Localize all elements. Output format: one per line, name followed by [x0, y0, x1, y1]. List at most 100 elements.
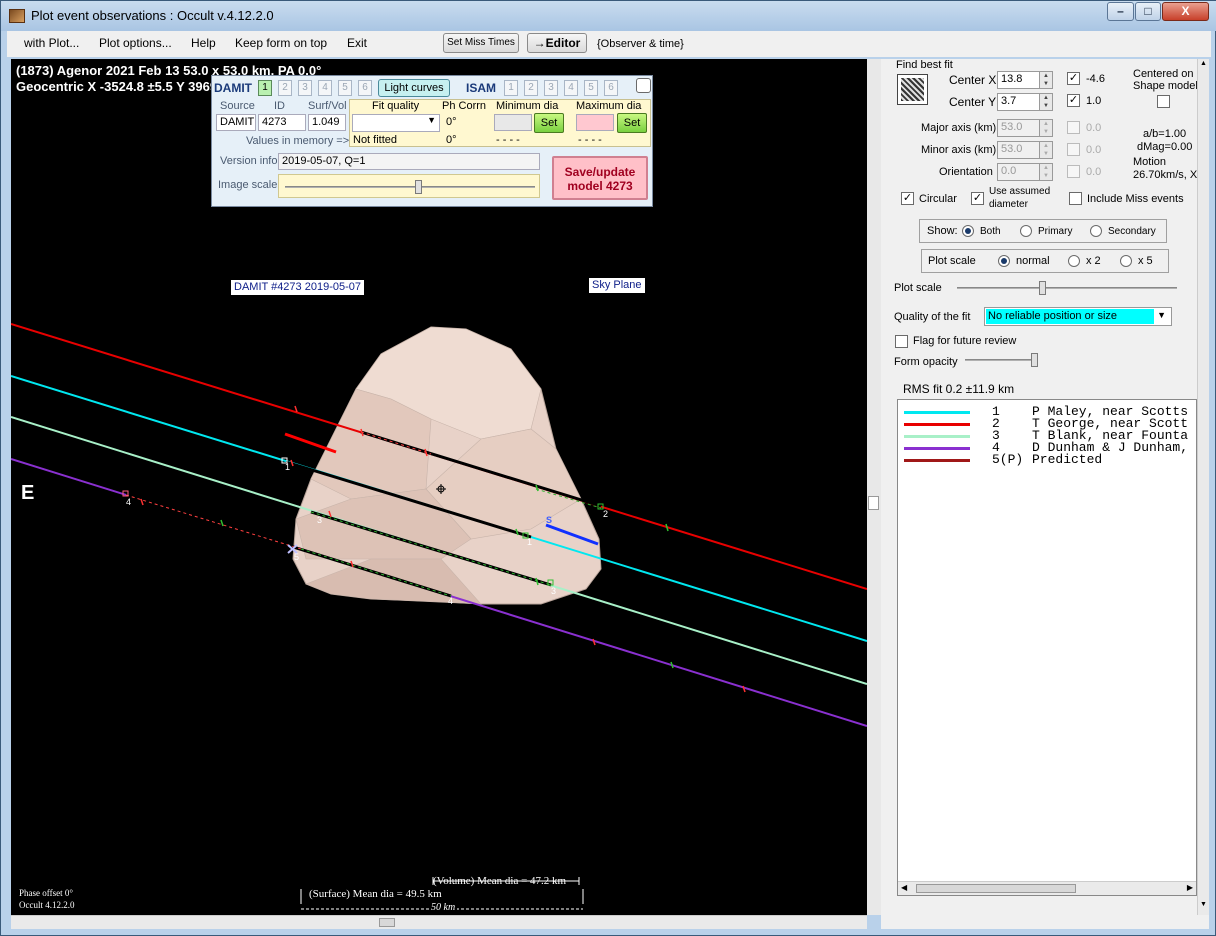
damit-tab-5[interactable]: 5	[338, 80, 352, 96]
save-update-button[interactable]: Save/update model 4273	[552, 156, 648, 200]
close-button[interactable]: X	[1162, 2, 1209, 21]
right-panel-vscrollbar[interactable]: ▲ ▼	[1197, 59, 1209, 915]
minor-axis-spinner[interactable]: ▲ ▼	[1039, 141, 1053, 159]
title-bar: Plot event observations : Occult v.4.12.…	[1, 1, 1216, 31]
set-max-dia-button[interactable]: Set	[617, 113, 647, 133]
plot-scale-x5-radio[interactable]	[1120, 255, 1132, 267]
damit-tab-4[interactable]: 4	[318, 80, 332, 96]
scroll-right-icon[interactable]: ▶	[1187, 883, 1193, 892]
window-title: Plot event observations : Occult v.4.12.…	[31, 8, 274, 23]
splitter-handle[interactable]	[868, 496, 879, 510]
damit-tab-3[interactable]: 3	[298, 80, 312, 96]
image-scale-thumb[interactable]	[415, 180, 422, 194]
orientation-checkbox[interactable]	[1067, 165, 1080, 178]
plot-scale-normal-radio[interactable]	[998, 255, 1010, 267]
damit-tab-2[interactable]: 2	[278, 80, 292, 96]
flag-review-checkbox[interactable]	[895, 335, 908, 348]
fit-quality-header: Fit quality	[372, 100, 420, 112]
damit-tab-6[interactable]: 6	[358, 80, 372, 96]
show-both-radio[interactable]	[962, 225, 974, 237]
center-x-input[interactable]: 13.8	[997, 71, 1041, 89]
isam-tab-4[interactable]: 4	[564, 80, 578, 96]
find-best-fit-button[interactable]	[897, 74, 928, 105]
menu-bar: with Plot... Plot options... Help Keep f…	[7, 31, 1211, 57]
find-best-fit-label: Find best fit	[896, 59, 953, 71]
center-y-checkbox[interactable]: ✓	[1067, 94, 1080, 107]
version-info-value: 2019-05-07, Q=1	[278, 153, 540, 170]
center-y-fit: 1.0	[1086, 95, 1102, 107]
observer-legend-list[interactable]: 1 P Maley, near Scotts 2 T George, near …	[897, 399, 1197, 896]
damit-panel-close-checkbox[interactable]	[636, 78, 651, 93]
menu-keep-on-top[interactable]: Keep form on top	[235, 36, 327, 50]
center-x-spinner[interactable]: ▲ ▼	[1039, 71, 1053, 89]
menu-help[interactable]: Help	[191, 36, 216, 50]
show-secondary-radio[interactable]	[1090, 225, 1102, 237]
hscroll-thumb[interactable]	[379, 918, 395, 927]
orientation-spinner[interactable]: ▲ ▼	[1039, 163, 1053, 181]
isam-tab-1[interactable]: 1	[504, 80, 518, 96]
surface-mean-dia: (Surface) Mean dia = 49.5 km	[309, 888, 442, 900]
plot-scale-slider[interactable]	[953, 279, 1181, 297]
minor-axis-checkbox[interactable]	[1067, 143, 1080, 156]
minor-axis-label: Minor axis (km)	[921, 144, 997, 156]
major-axis-input[interactable]: 53.0	[997, 119, 1041, 137]
minimize-button[interactable]: –	[1107, 2, 1134, 21]
orientation-input[interactable]: 0.0	[997, 163, 1041, 181]
circular-checkbox[interactable]: ✓	[901, 192, 914, 205]
phase-offset: Phase offset 0°	[19, 888, 73, 898]
image-scale-slider[interactable]	[278, 174, 540, 198]
scroll-left-icon[interactable]: ◀	[901, 883, 907, 892]
include-miss-checkbox[interactable]	[1069, 192, 1082, 205]
light-curves-button[interactable]: Light curves	[378, 79, 450, 97]
form-opacity-slider[interactable]	[963, 351, 1043, 369]
plot-scale-x2-radio[interactable]	[1068, 255, 1080, 267]
maximize-button[interactable]: □	[1135, 2, 1161, 21]
set-min-dia-button[interactable]: Set	[534, 113, 564, 133]
center-x-checkbox[interactable]: ✓	[1067, 72, 1080, 85]
major-axis-checkbox[interactable]	[1067, 121, 1080, 134]
circular-label: Circular	[919, 193, 957, 205]
center-y-spinner[interactable]: ▲ ▼	[1039, 93, 1053, 111]
quality-of-fit-select[interactable]: No reliable position or size ▼	[984, 307, 1172, 326]
damit-tab-1[interactable]: 1	[258, 80, 272, 96]
show-primary-radio[interactable]	[1020, 225, 1032, 237]
isam-tab-6[interactable]: 6	[604, 80, 618, 96]
major-axis-spinner[interactable]: ▲ ▼	[1039, 119, 1053, 137]
centered-on-label: Centered on	[1133, 68, 1194, 80]
min-dia-input[interactable]	[494, 114, 532, 131]
isam-tab-3[interactable]: 3	[544, 80, 558, 96]
plot-scale-slider-label: Plot scale	[894, 282, 942, 294]
panel-splitter[interactable]	[867, 59, 881, 915]
include-miss-label: Include Miss events	[1087, 193, 1184, 205]
ph-corr-header: Ph Corrn	[442, 100, 487, 112]
flag-review-label: Flag for future review	[913, 335, 1017, 347]
east-label: E	[21, 482, 35, 504]
isam-tab-2[interactable]: 2	[524, 80, 538, 96]
form-opacity-thumb[interactable]	[1031, 353, 1038, 367]
plot-horizontal-scrollbar[interactable]	[11, 915, 867, 929]
menu-exit[interactable]: Exit	[347, 36, 367, 50]
legend-hscroll-thumb[interactable]	[916, 884, 1076, 893]
scroll-up-icon[interactable]: ▲	[1200, 60, 1207, 67]
scale-bar-label: 50 km	[429, 902, 458, 913]
max-dia-input[interactable]	[576, 114, 614, 131]
legend-hscrollbar[interactable]: ◀ ▶	[898, 881, 1196, 895]
center-y-input[interactable]: 3.7	[997, 93, 1041, 111]
save-model-label: model 4273	[567, 179, 633, 193]
menu-plot-options[interactable]: Plot options...	[99, 36, 172, 50]
isam-tab-5[interactable]: 5	[584, 80, 598, 96]
orientation-label: Orientation	[939, 166, 993, 178]
use-assumed-checkbox[interactable]: ✓	[971, 192, 984, 205]
plot-scale-thumb[interactable]	[1039, 281, 1046, 295]
scroll-down-icon[interactable]: ▼	[1200, 901, 1207, 908]
fit-quality-value: Not fitted	[353, 134, 398, 146]
menu-with-plot[interactable]: with Plot...	[24, 36, 79, 50]
plot-scale-x2-label: x 2	[1086, 255, 1101, 267]
centered-on-shape-checkbox[interactable]	[1157, 95, 1170, 108]
editor-button[interactable]: →Editor	[527, 33, 587, 53]
set-miss-times-button[interactable]: Set Miss Times	[443, 33, 519, 53]
image-scale-label: Image scale	[218, 179, 278, 191]
minor-axis-input[interactable]: 53.0	[997, 141, 1041, 159]
shape-model-label: Shape model	[1133, 80, 1198, 92]
fit-quality-select[interactable]: ▼	[352, 114, 440, 132]
